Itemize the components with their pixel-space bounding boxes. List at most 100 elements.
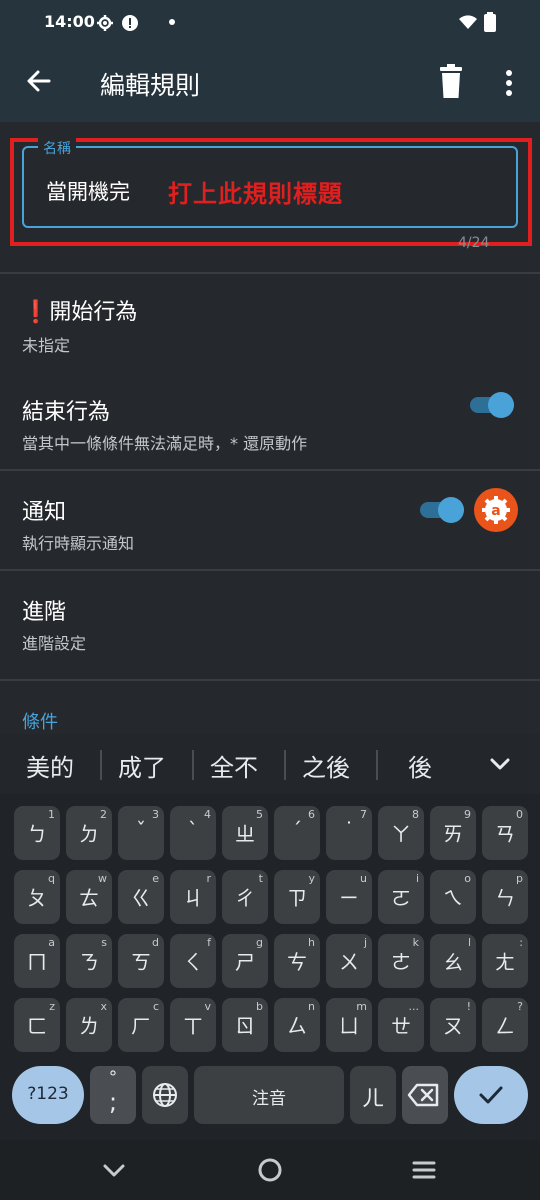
suggestion-item[interactable]: 後	[408, 748, 432, 783]
toggle-thumb	[488, 392, 514, 418]
key-secondary-label: ?	[517, 1000, 523, 1013]
key-label: ㄋ	[79, 950, 99, 974]
key-label: ㄨ	[339, 950, 359, 974]
key-row4-1[interactable]: ㄌx	[66, 998, 112, 1052]
key-secondary-label: ...	[408, 1000, 420, 1013]
key-row2-1[interactable]: ㄊw	[66, 870, 112, 924]
key-row2-4[interactable]: ㄔt	[222, 870, 268, 924]
symbols-key[interactable]: ?123	[12, 1066, 84, 1124]
key-row4-4[interactable]: ㄖb	[222, 998, 268, 1052]
advanced-title: 進階	[22, 600, 67, 625]
key-row4-5[interactable]: ㄙn	[274, 998, 320, 1052]
key-row1-0[interactable]: ㄅ1	[14, 806, 60, 860]
arrow-left-icon[interactable]	[22, 64, 56, 98]
key-row2-9[interactable]: ㄣp	[482, 870, 528, 924]
key-row1-7[interactable]: ㄚ8	[378, 806, 424, 860]
key-row1-8[interactable]: ㄞ9	[430, 806, 476, 860]
key-row1-1[interactable]: ㄉ2	[66, 806, 112, 860]
key-secondary-label: r	[206, 872, 211, 885]
punctuation-key-bottom: ;	[108, 1088, 118, 1116]
enter-key[interactable]	[454, 1066, 528, 1124]
status-bar: 14:00	[0, 0, 540, 46]
backspace-key[interactable]	[402, 1066, 448, 1124]
key-row4-7[interactable]: ㄝ...	[378, 998, 424, 1052]
key-row3-3[interactable]: ㄑf	[170, 934, 216, 988]
punctuation-key[interactable]: ° ;	[90, 1066, 136, 1124]
wifi-icon	[459, 15, 477, 29]
more-vert-icon[interactable]	[496, 68, 522, 98]
key-row1-4[interactable]: ㄓ5	[222, 806, 268, 860]
key-secondary-label: n	[308, 1000, 315, 1013]
key-secondary-label: b	[256, 1000, 263, 1013]
automate-icon[interactable]: a	[474, 488, 518, 532]
key-row2-3[interactable]: ㄐr	[170, 870, 216, 924]
key-row4-9[interactable]: ㄥ?	[482, 998, 528, 1052]
key-row3-5[interactable]: ㄘh	[274, 934, 320, 988]
zhuyin-keyboard: ㄅ 1 ㄉ 2 ˇ 3 ˋ 4 ㄓ 5 ˊ 6 ˙ 7 ㄚ 8 ㄞ 9 ㄢ 0 ㄆ q ㄊ w ㄍ e ㄐ r ㄔ t ㄗ y ㄧ u ㄛ i ㄟ o ㄣ p…	[0, 794, 540, 1140]
key-row3-6[interactable]: ㄨj	[326, 934, 372, 988]
key-secondary-label: w	[98, 872, 107, 885]
key-row3-8[interactable]: ㄠl	[430, 934, 476, 988]
key-row1-2[interactable]: ˇ3	[118, 806, 164, 860]
key-row1-6[interactable]: ˙ 7	[326, 806, 372, 860]
alert-circle-icon	[122, 15, 138, 31]
key-label: ㄍ	[131, 886, 151, 910]
key-row1-3[interactable]: ˋ4	[170, 806, 216, 860]
key-row3-2[interactable]: ㄎd	[118, 934, 164, 988]
suggestion-item[interactable]: 全不	[210, 748, 258, 783]
key-label: ㄆ	[27, 886, 47, 910]
key-row4-3[interactable]: ㄒv	[170, 998, 216, 1052]
key-secondary-label: c	[152, 1000, 159, 1013]
language-key[interactable]	[142, 1066, 188, 1124]
key-row2-6[interactable]: ㄧu	[326, 870, 372, 924]
key-secondary-label: m	[356, 1000, 367, 1013]
notification-toggle[interactable]	[420, 495, 466, 525]
key-row3-4[interactable]: ㄕg	[222, 934, 268, 988]
suggestion-item[interactable]: 成了	[118, 748, 166, 783]
notification-dot-icon	[169, 19, 175, 25]
key-row4-2[interactable]: ㄏc	[118, 998, 164, 1052]
key-row2-2[interactable]: ㄍe	[118, 870, 164, 924]
suggestion-divider	[376, 750, 378, 780]
end-behavior-toggle[interactable]	[470, 390, 516, 420]
suggestion-item[interactable]: 之後	[302, 748, 350, 783]
key-row2-7[interactable]: ㄛi	[378, 870, 424, 924]
nav-recents-icon[interactable]	[410, 1156, 438, 1184]
key-secondary-label: y	[308, 872, 315, 885]
space-key[interactable]: 注音	[194, 1066, 344, 1124]
key-row4-8[interactable]: ㄡ!	[430, 998, 476, 1052]
key-row2-5[interactable]: ㄗy	[274, 870, 320, 924]
rule-name-value[interactable]: 當開機完	[46, 176, 130, 206]
key-secondary-label: 3	[152, 808, 159, 821]
suggestion-item[interactable]: 美的	[26, 748, 74, 783]
key-label: ㄊ	[79, 886, 99, 910]
key-row4-0[interactable]: ㄈz	[14, 998, 60, 1052]
key-secondary-label: q	[48, 872, 55, 885]
key-label: ㄣ	[495, 886, 515, 910]
key-secondary-label: 6	[308, 808, 315, 821]
key-label: ㄝ	[391, 1014, 411, 1038]
key-label: ㄢ	[495, 822, 515, 846]
key-label: ㄚ	[391, 822, 411, 846]
key-row3-9[interactable]: ㄤ:	[482, 934, 528, 988]
chevron-down-icon[interactable]	[486, 750, 514, 778]
key-row3-0[interactable]: ㄇa	[14, 934, 60, 988]
key-row3-7[interactable]: ㄜk	[378, 934, 424, 988]
key-label: ㄔ	[235, 886, 255, 910]
key-label: ㄌ	[79, 1014, 99, 1038]
key-row4-6[interactable]: ㄩm	[326, 998, 372, 1052]
nav-back-icon[interactable]	[100, 1156, 128, 1184]
key-row2-0[interactable]: ㄆq	[14, 870, 60, 924]
key-row1-9[interactable]: ㄢ0	[482, 806, 528, 860]
key-label: ㄞ	[443, 822, 463, 846]
end-behavior-subtitle: 當其中一條條件無法滿足時，* 還原動作	[22, 434, 308, 453]
toggle-thumb	[438, 497, 464, 523]
nav-home-icon[interactable]	[256, 1156, 284, 1184]
key-row1-5[interactable]: ˊ6	[274, 806, 320, 860]
key-row3-1[interactable]: ㄋs	[66, 934, 112, 988]
key-label: ㄒ	[183, 1014, 203, 1038]
er-key[interactable]: ㄦ	[350, 1066, 396, 1124]
key-row2-8[interactable]: ㄟo	[430, 870, 476, 924]
trash-icon[interactable]	[436, 64, 466, 100]
divider	[0, 272, 540, 274]
